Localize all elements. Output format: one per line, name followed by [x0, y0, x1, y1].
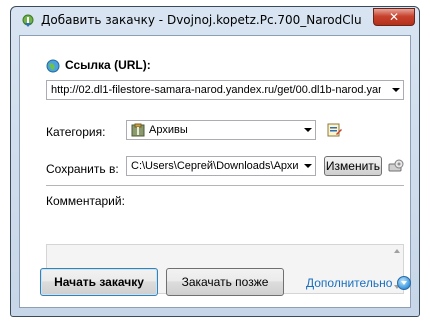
close-button[interactable]: ✕: [373, 8, 415, 26]
category-value: Архивы: [149, 124, 188, 136]
url-label: Ссылка (URL):: [65, 58, 151, 72]
scroll-up-icon[interactable]: [394, 249, 400, 253]
url-value: http://02.dl1-filestore-samara-narod.yan…: [51, 84, 381, 96]
category-select[interactable]: Архивы: [126, 120, 316, 140]
chevron-down-icon[interactable]: [304, 128, 312, 132]
download-manager-icon: [21, 13, 35, 27]
expand-circle-icon[interactable]: [397, 276, 411, 290]
disk-info-icon[interactable]: [388, 158, 404, 174]
comment-label: Комментарий:: [46, 194, 125, 208]
edit-categories-icon[interactable]: [326, 122, 342, 138]
save-path-select[interactable]: C:\Users\Сергей\Downloads\Архив: [126, 156, 316, 176]
download-later-label: Закачать позже: [181, 275, 269, 289]
globe-icon: [46, 58, 60, 73]
change-folder-button[interactable]: Изменить: [324, 156, 382, 176]
close-icon: ✕: [388, 10, 400, 24]
change-folder-label: Изменить: [325, 159, 381, 173]
start-download-label: Начать закачку: [54, 275, 144, 289]
window-title: Добавить закачку - Dvojnoj.kopetz.Pc.700…: [41, 13, 361, 27]
url-input[interactable]: http://02.dl1-filestore-samara-narod.yan…: [46, 80, 404, 100]
start-download-button[interactable]: Начать закачку: [40, 268, 158, 296]
divider: [46, 185, 404, 186]
chevron-down-icon[interactable]: [392, 88, 400, 92]
chevron-down-icon[interactable]: [304, 164, 312, 168]
archive-category-icon: [131, 123, 145, 137]
more-options-link[interactable]: Дополнительно: [306, 276, 392, 290]
save-to-label: Сохранить в:: [46, 162, 119, 176]
category-label: Категория:: [46, 125, 106, 139]
save-path-value: C:\Users\Сергей\Downloads\Архив: [131, 160, 299, 172]
title-bar[interactable]: Добавить закачку - Dvojnoj.kopetz.Pc.700…: [11, 7, 419, 33]
add-download-dialog: Добавить закачку - Dvojnoj.kopetz.Pc.700…: [10, 6, 420, 317]
dialog-body: Ссылка (URL): http://02.dl1-filestore-sa…: [19, 35, 411, 308]
download-later-button[interactable]: Закачать позже: [166, 268, 284, 296]
